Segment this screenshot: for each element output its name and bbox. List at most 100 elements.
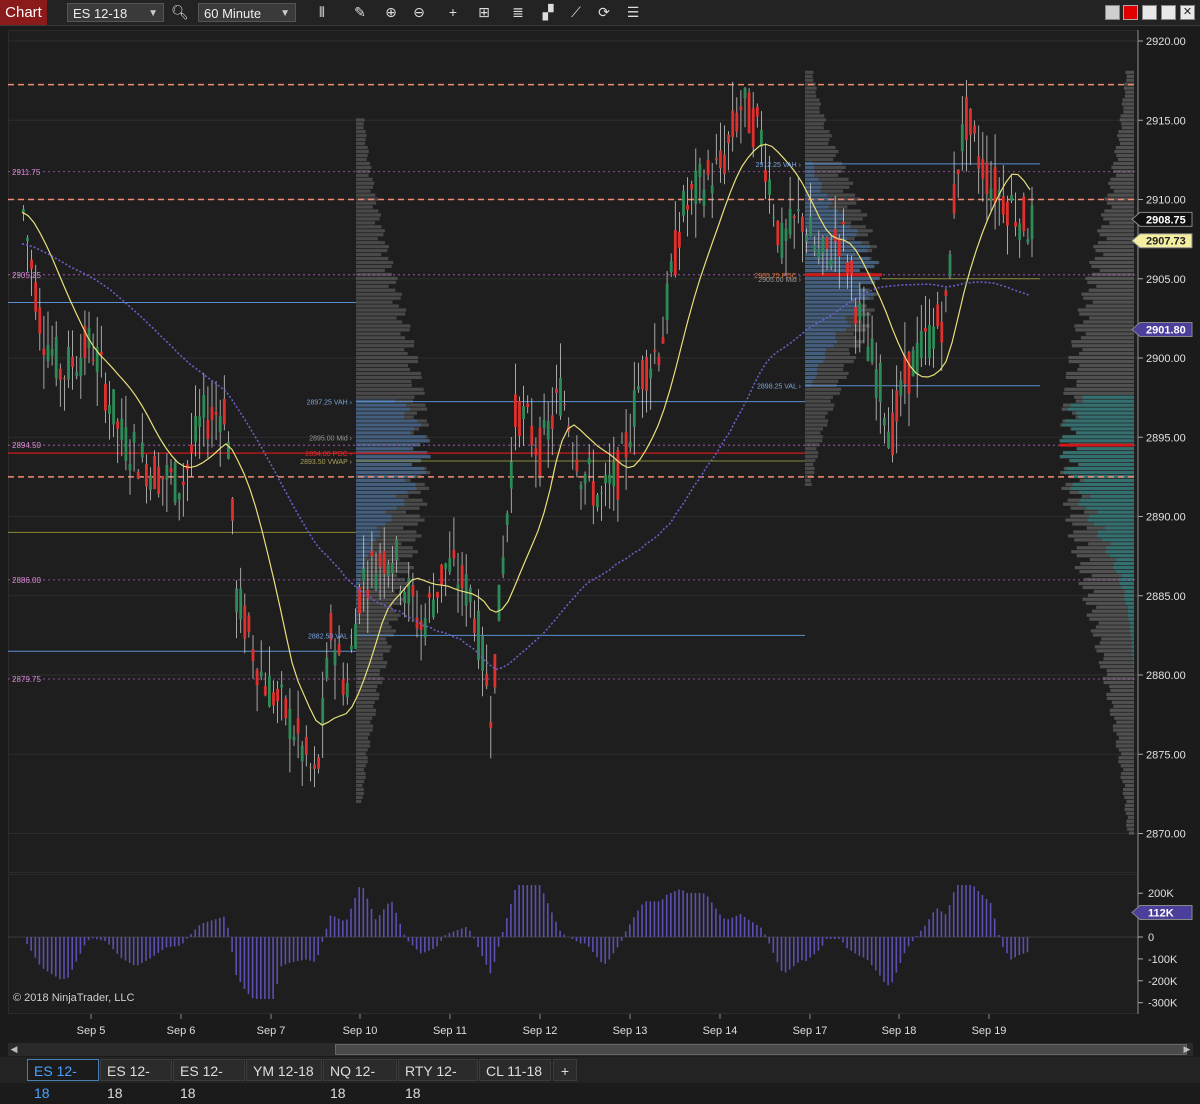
profile-bar <box>1063 392 1134 395</box>
profile-bar <box>805 316 846 319</box>
candle-body <box>744 88 747 98</box>
scroll-thumb[interactable] <box>335 1044 1187 1055</box>
candle-body <box>149 475 152 490</box>
up-candle <box>879 355 882 434</box>
candle-body <box>498 585 501 621</box>
down-candle <box>740 90 743 143</box>
up-candle <box>502 536 505 579</box>
down-candle <box>977 126 980 194</box>
profile-bar <box>1112 701 1134 704</box>
down-candle <box>416 590 419 637</box>
time-tick-label: Sep 14 <box>703 1025 738 1037</box>
profile-bar <box>356 566 365 569</box>
candle-body <box>1010 195 1013 201</box>
profile-bar <box>1110 689 1134 692</box>
up-candle <box>166 453 169 512</box>
profile-bar <box>1089 515 1134 518</box>
up-candle <box>547 402 550 468</box>
up-candle <box>772 204 775 227</box>
candle-body <box>313 765 316 769</box>
up-candle <box>260 640 263 680</box>
profile-bar <box>1124 796 1134 799</box>
candle-body <box>47 345 50 361</box>
tab-nq[interactable]: NQ 12-18 <box>323 1059 397 1081</box>
candle-body <box>268 676 271 706</box>
profile-bar <box>805 447 816 450</box>
candle-body <box>776 221 779 245</box>
scroll-left-icon[interactable]: ◀ <box>8 1043 20 1056</box>
candle-body <box>596 495 599 507</box>
candle-body <box>953 184 956 213</box>
profile-bar <box>805 289 868 292</box>
profile-bar <box>1079 312 1134 315</box>
profile-bar <box>1089 618 1134 621</box>
profile-bar <box>356 728 373 731</box>
profile-bar <box>1077 431 1134 434</box>
profile-bar <box>1069 360 1134 363</box>
profile-bar <box>1098 241 1134 244</box>
tab-es-2[interactable]: ES 12-18 <box>100 1059 172 1081</box>
up-candle <box>604 463 607 506</box>
candle-body <box>371 551 374 556</box>
horizontal-scrollbar[interactable]: ◀ ▶ <box>8 1043 1193 1056</box>
profile-bar <box>1128 610 1134 613</box>
profile-bar <box>1091 495 1134 498</box>
profile-bar <box>1110 186 1134 189</box>
candle-body <box>781 223 784 258</box>
profile-bar <box>356 380 411 383</box>
down-candle <box>215 381 218 440</box>
profile-bar <box>1107 237 1134 240</box>
candle-body <box>153 456 156 489</box>
candle-body <box>731 110 734 136</box>
profile-bar <box>356 740 370 743</box>
profile-bar <box>356 138 366 141</box>
tab-es-3[interactable]: ES 12-18 <box>173 1059 245 1081</box>
profile-bar <box>805 106 819 109</box>
profile-bar <box>805 455 818 458</box>
profile-bar <box>1091 629 1134 632</box>
down-candle <box>945 288 948 312</box>
profile-bar <box>805 114 824 117</box>
profile-bar <box>1095 257 1134 260</box>
candle-body <box>604 475 607 483</box>
profile-bar <box>1133 657 1134 660</box>
candle-body <box>38 307 41 333</box>
down-candle <box>940 302 943 371</box>
tab-es-1[interactable]: ES 12-18 <box>27 1059 99 1081</box>
profile-bar <box>1083 396 1134 399</box>
profile-bar <box>356 621 389 624</box>
profile-bar <box>1106 693 1134 696</box>
profile-bar <box>1084 479 1134 482</box>
time-tick-label: Sep 17 <box>793 1025 828 1037</box>
price-tick-label: 2895.00 <box>1146 432 1186 444</box>
down-candle <box>440 564 443 603</box>
profile-bar <box>805 376 816 379</box>
candle-body <box>477 611 480 660</box>
down-candle <box>801 213 804 262</box>
tab-rty[interactable]: RTY 12-18 <box>398 1059 478 1081</box>
tab-ym[interactable]: YM 12-18 <box>246 1059 322 1081</box>
add-tab-button[interactable]: + <box>553 1059 577 1081</box>
candle-body <box>276 689 279 701</box>
down-candle <box>924 296 927 365</box>
candle-body <box>1014 222 1017 227</box>
up-candle <box>149 467 152 500</box>
profile-bar <box>356 685 377 688</box>
profile-bar <box>1131 633 1134 636</box>
profile-bar <box>356 518 392 521</box>
profile-bar <box>356 154 368 157</box>
candle-body <box>990 189 993 202</box>
pivot-level-label: 2879.75 <box>12 675 41 684</box>
profile-bar <box>356 419 417 422</box>
candle-body <box>256 670 259 685</box>
profile-bar <box>1078 308 1134 311</box>
scroll-right-icon[interactable]: ▶ <box>1181 1043 1193 1056</box>
profile-bar <box>805 281 875 284</box>
profile-bar <box>805 102 821 105</box>
down-candle <box>461 552 464 616</box>
candle-body <box>973 125 976 133</box>
up-candle <box>629 414 632 452</box>
candle-body <box>805 235 808 241</box>
profile-bar <box>805 419 828 422</box>
tab-cl[interactable]: CL 11-18 <box>479 1059 551 1081</box>
